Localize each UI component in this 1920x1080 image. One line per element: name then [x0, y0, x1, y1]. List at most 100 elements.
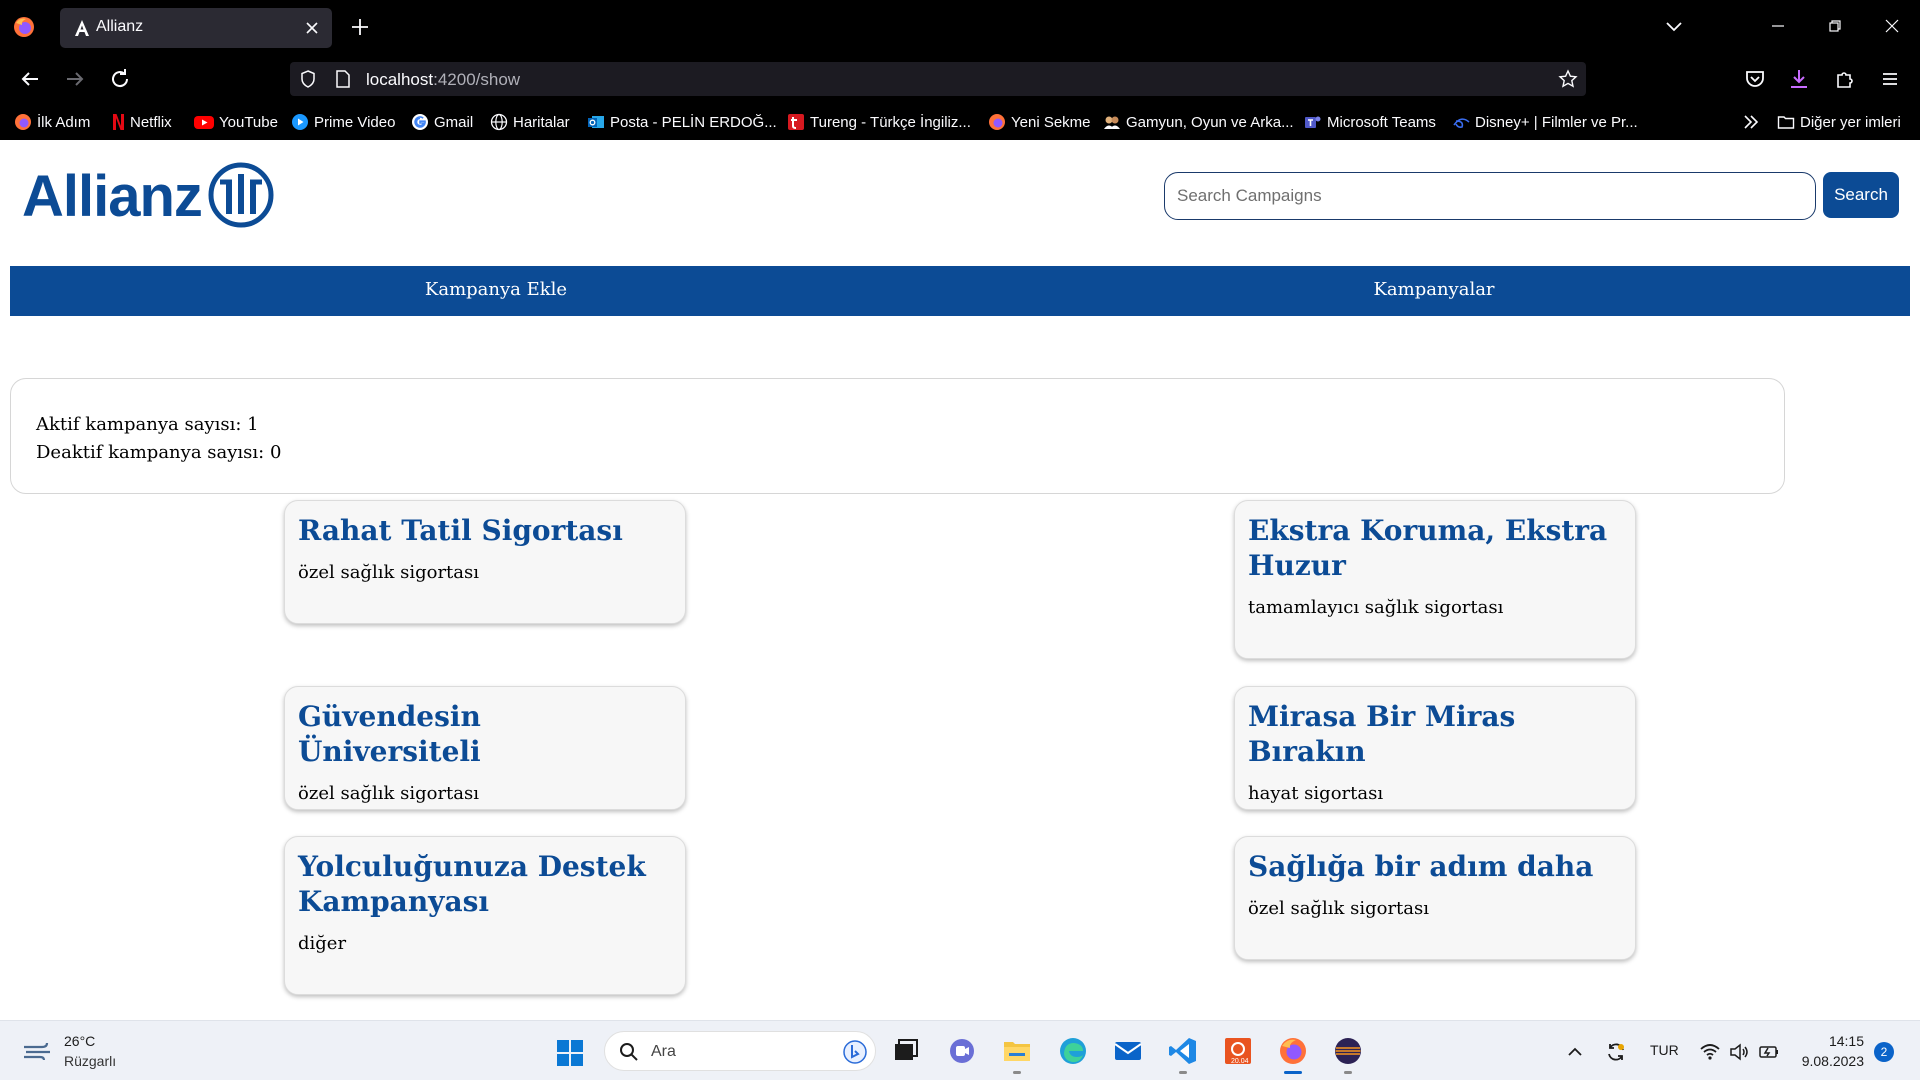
url-bar[interactable]: localhost:4200/show: [290, 62, 1586, 96]
teams-chat-icon[interactable]: [946, 1035, 978, 1067]
wifi-icon[interactable]: [1699, 1041, 1721, 1063]
clock-time[interactable]: 14:15: [1829, 1033, 1864, 1049]
active-campaign-count: Aktif kampanya sayısı: 1: [36, 414, 259, 435]
chevron-up-icon[interactable]: [1564, 1041, 1586, 1063]
search-icon: [620, 1043, 638, 1061]
nav-kampanyalar[interactable]: Kampanyalar: [1373, 279, 1494, 300]
url-text[interactable]: localhost:4200/show: [366, 70, 520, 90]
vscode-icon[interactable]: [1167, 1035, 1199, 1067]
eclipse-icon[interactable]: [1332, 1035, 1364, 1067]
browser-chrome: Allianz localhost:4200/show İlk Adım Net…: [0, 0, 1920, 140]
bookmark-ilk-adim[interactable]: İlk Adım: [14, 111, 90, 133]
weather-description[interactable]: Rüzgarlı: [64, 1053, 116, 1069]
teams-icon: [1305, 116, 1321, 128]
google-icon: [412, 114, 428, 130]
volume-icon[interactable]: [1728, 1041, 1750, 1063]
minimize-icon[interactable]: [1768, 16, 1788, 36]
bookmark-disney[interactable]: Disney+ | Filmler ve Pr...: [1452, 111, 1638, 133]
page-content: Allianz Search Kampanya Ekle Kampanyalar…: [0, 140, 1920, 1020]
bookmark-gmail[interactable]: Gmail: [411, 111, 473, 133]
pocket-icon[interactable]: [1743, 67, 1767, 91]
menu-hamburger-icon[interactable]: [1878, 67, 1902, 91]
mail-icon[interactable]: [1112, 1035, 1144, 1067]
campaign-title[interactable]: Sağlığa bir adım daha: [1248, 849, 1622, 884]
bookmark-netflix[interactable]: Netflix: [112, 111, 172, 133]
bookmark-gamyun[interactable]: Gamyun, Oyun ve Arka...: [1103, 111, 1294, 133]
inactive-campaign-count: Deaktif kampanya sayısı: 0: [36, 442, 282, 463]
bookmarks-toolbar: İlk Adım Netflix YouTube Prime Video Gma…: [0, 104, 1920, 140]
tab-bar: Allianz: [0, 0, 1920, 54]
campaign-title[interactable]: Mirasa Bir Miras Bırakın: [1248, 699, 1622, 769]
weather-temperature[interactable]: 26°C: [64, 1033, 95, 1049]
extensions-icon[interactable]: [1833, 67, 1857, 91]
tab-title: Allianz: [96, 18, 144, 35]
reload-icon[interactable]: [108, 67, 132, 91]
sync-icon[interactable]: [1605, 1041, 1627, 1063]
search-campaigns-input[interactable]: [1164, 172, 1816, 220]
bing-icon[interactable]: [843, 1040, 867, 1064]
notification-badge[interactable]: 2: [1874, 1042, 1894, 1062]
disney-icon: [1453, 118, 1470, 128]
youtube-icon: [194, 116, 214, 129]
back-arrow-icon[interactable]: [18, 67, 42, 91]
bookmark-prime-video[interactable]: Prime Video: [291, 111, 395, 133]
running-indicator: [1013, 1071, 1021, 1074]
firefox-icon[interactable]: [12, 15, 36, 39]
bookmark-haritalar[interactable]: Haritalar: [490, 111, 570, 133]
close-tab-icon[interactable]: [302, 18, 322, 38]
campaign-title[interactable]: Yolculuğunuza Destek Kampanyası: [298, 849, 672, 919]
bookmark-yeni-sekme[interactable]: Yeni Sekme: [988, 111, 1091, 133]
firefox-taskbar-icon[interactable]: [1277, 1035, 1309, 1067]
campaign-category: diğer: [298, 933, 347, 954]
input-language[interactable]: TUR: [1650, 1042, 1679, 1058]
ubuntu-icon[interactable]: 20.04: [1222, 1035, 1254, 1067]
campaign-card[interactable]: Rahat Tatil Sigortası özel sağlık sigort…: [284, 500, 686, 624]
search-button[interactable]: Search: [1823, 172, 1899, 218]
campaign-card[interactable]: Mirasa Bir Miras Bırakın hayat sigortası: [1234, 686, 1636, 810]
campaign-title[interactable]: Güvendesin Üniversiteli: [298, 699, 672, 769]
main-navigation: Kampanya Ekle Kampanyalar: [10, 266, 1910, 316]
running-indicator: [1344, 1071, 1352, 1074]
bookmark-star-icon[interactable]: [1558, 69, 1578, 89]
task-view-icon[interactable]: [890, 1035, 922, 1067]
battery-icon[interactable]: [1758, 1041, 1780, 1063]
prime-video-icon: [292, 114, 308, 130]
campaign-title[interactable]: Rahat Tatil Sigortası: [298, 513, 672, 548]
campaign-category: özel sağlık sigortası: [298, 562, 480, 583]
nav-kampanya-ekle[interactable]: Kampanya Ekle: [425, 279, 567, 300]
gamyun-icon: [1104, 116, 1120, 129]
navigation-toolbar: localhost:4200/show: [0, 54, 1920, 104]
campaign-card[interactable]: Ekstra Koruma, Ekstra Huzur tamamlayıcı …: [1234, 500, 1636, 659]
campaign-card[interactable]: Sağlığa bir adım daha özel sağlık sigort…: [1234, 836, 1636, 960]
shield-icon[interactable]: [298, 69, 318, 89]
bookmark-microsoft-teams[interactable]: Microsoft Teams: [1304, 111, 1436, 133]
windows-start-icon[interactable]: [556, 1039, 584, 1067]
svg-text:20.04: 20.04: [1231, 1058, 1249, 1065]
campaign-card[interactable]: Yolculuğunuza Destek Kampanyası diğer: [284, 836, 686, 995]
restore-icon[interactable]: [1825, 16, 1845, 36]
campaign-category: hayat sigortası: [1248, 783, 1384, 804]
outlook-icon: [588, 116, 604, 128]
taskbar-search-box[interactable]: Ara: [604, 1031, 876, 1071]
bookmark-youtube[interactable]: YouTube: [194, 111, 278, 133]
page-icon[interactable]: [334, 69, 352, 89]
chevron-double-right-icon[interactable]: [1742, 113, 1760, 131]
campaign-category: özel sağlık sigortası: [298, 783, 480, 804]
downloads-icon[interactable]: [1787, 67, 1811, 91]
close-window-icon[interactable]: [1882, 16, 1902, 36]
campaign-card[interactable]: Güvendesin Üniversiteli özel sağlık sigo…: [284, 686, 686, 810]
campaign-title[interactable]: Ekstra Koruma, Ekstra Huzur: [1248, 513, 1622, 583]
file-explorer-icon[interactable]: [1001, 1035, 1033, 1067]
tab-allianz[interactable]: Allianz: [60, 8, 332, 48]
firefox-icon: [15, 114, 31, 130]
bookmark-posta[interactable]: Posta - PELİN ERDOĞ...: [587, 111, 777, 133]
other-bookmarks-folder[interactable]: Diğer yer imleri: [1777, 111, 1901, 133]
chevron-down-icon[interactable]: [1664, 16, 1684, 36]
forward-arrow-icon[interactable]: [63, 67, 87, 91]
allianz-logo[interactable]: Allianz: [22, 162, 276, 228]
bookmark-tureng[interactable]: Tureng - Türkçe İngiliz...: [787, 111, 971, 133]
new-tab-icon[interactable]: [349, 16, 371, 38]
edge-icon[interactable]: [1057, 1035, 1089, 1067]
wind-icon[interactable]: [22, 1041, 54, 1061]
clock-date[interactable]: 9.08.2023: [1802, 1053, 1864, 1069]
